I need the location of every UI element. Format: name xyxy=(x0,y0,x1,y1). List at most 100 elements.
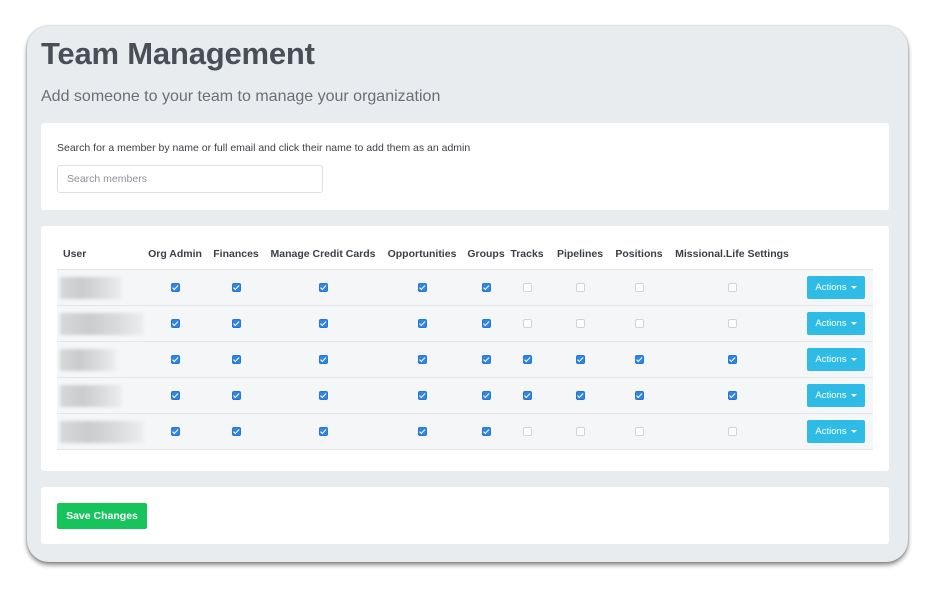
caret-down-icon xyxy=(850,393,857,397)
page-title: Team Management xyxy=(41,36,315,71)
permission-cell-org-admin xyxy=(145,269,205,306)
checkbox-missional-life-settings[interactable] xyxy=(727,282,737,292)
actions-dropdown-button[interactable]: Actions xyxy=(807,276,865,299)
checkbox-manage-credit-cards[interactable] xyxy=(318,354,328,364)
checkbox-org-admin[interactable] xyxy=(170,282,180,292)
checkbox-manage-credit-cards[interactable] xyxy=(318,282,328,292)
user-cell xyxy=(57,341,145,378)
permission-cell-groups xyxy=(465,305,507,342)
permission-cell-positions xyxy=(613,377,665,414)
checkbox-opportunities[interactable] xyxy=(417,354,427,364)
checkbox-opportunities[interactable] xyxy=(417,282,427,292)
checkbox-groups[interactable] xyxy=(481,390,491,400)
actions-dropdown-button[interactable]: Actions xyxy=(807,420,865,443)
checkbox-groups[interactable] xyxy=(481,318,491,328)
permission-cell-pipelines xyxy=(547,269,613,306)
permission-cell-groups xyxy=(465,377,507,414)
checkbox-finances[interactable] xyxy=(231,390,241,400)
checkbox-org-admin[interactable] xyxy=(170,390,180,400)
checkbox-tracks[interactable] xyxy=(522,318,532,328)
checkbox-finances[interactable] xyxy=(231,354,241,364)
user-cell xyxy=(57,413,145,450)
checkbox-positions[interactable] xyxy=(634,354,644,364)
permission-cell-opportunities xyxy=(379,305,465,342)
checkbox-tracks[interactable] xyxy=(522,426,532,436)
checkbox-finances[interactable] xyxy=(231,426,241,436)
permission-cell-org-admin xyxy=(145,377,205,414)
checkbox-org-admin[interactable] xyxy=(170,354,180,364)
permission-cell-manage-credit-cards xyxy=(267,341,379,378)
checkbox-pipelines[interactable] xyxy=(575,354,585,364)
checkbox-org-admin[interactable] xyxy=(170,426,180,436)
permission-cell-finances xyxy=(205,341,267,378)
table-row: Actions xyxy=(57,377,873,414)
checkbox-positions[interactable] xyxy=(634,426,644,436)
search-input[interactable] xyxy=(57,165,323,193)
actions-cell: Actions xyxy=(799,341,873,378)
permission-cell-opportunities xyxy=(379,341,465,378)
checkbox-pipelines[interactable] xyxy=(575,426,585,436)
checkbox-opportunities[interactable] xyxy=(417,426,427,436)
checkbox-manage-credit-cards[interactable] xyxy=(318,390,328,400)
permission-cell-org-admin xyxy=(145,305,205,342)
column-header-missional-life-settings: Missional.Life Settings xyxy=(675,248,789,260)
checkbox-positions[interactable] xyxy=(634,390,644,400)
checkbox-groups[interactable] xyxy=(481,354,491,364)
permission-cell-org-admin xyxy=(145,413,205,450)
checkbox-manage-credit-cards[interactable] xyxy=(318,426,328,436)
caret-down-icon xyxy=(850,357,857,361)
permission-cell-org-admin xyxy=(145,341,205,378)
caret-down-icon xyxy=(850,321,857,325)
checkbox-pipelines[interactable] xyxy=(575,282,585,292)
permission-cell-manage-credit-cards xyxy=(267,377,379,414)
checkbox-pipelines[interactable] xyxy=(575,390,585,400)
column-header-pipelines: Pipelines xyxy=(556,248,604,260)
checkbox-tracks[interactable] xyxy=(522,282,532,292)
permission-cell-positions xyxy=(613,269,665,306)
table-row: Actions xyxy=(57,269,873,306)
checkbox-groups[interactable] xyxy=(481,282,491,292)
checkbox-positions[interactable] xyxy=(634,282,644,292)
checkbox-missional-life-settings[interactable] xyxy=(727,426,737,436)
user-cell xyxy=(57,269,145,306)
checkbox-pipelines[interactable] xyxy=(575,318,585,328)
checkbox-opportunities[interactable] xyxy=(417,390,427,400)
checkbox-missional-life-settings[interactable] xyxy=(727,354,737,364)
checkbox-missional-life-settings[interactable] xyxy=(727,318,737,328)
actions-dropdown-button[interactable]: Actions xyxy=(807,348,865,371)
permission-cell-pipelines xyxy=(547,341,613,378)
checkbox-tracks[interactable] xyxy=(522,390,532,400)
permission-cell-positions xyxy=(613,413,665,450)
checkbox-opportunities[interactable] xyxy=(417,318,427,328)
actions-dropdown-button[interactable]: Actions xyxy=(807,384,865,407)
user-name-redacted xyxy=(60,420,144,443)
table-row: Actions xyxy=(57,305,873,342)
page-subtitle: Add someone to your team to manage your … xyxy=(41,88,441,105)
column-header-user: User xyxy=(63,248,87,260)
checkbox-tracks[interactable] xyxy=(522,354,532,364)
actions-cell: Actions xyxy=(799,269,873,306)
checkbox-groups[interactable] xyxy=(481,426,491,436)
checkbox-finances[interactable] xyxy=(231,318,241,328)
table-row: Actions xyxy=(57,413,873,450)
permission-cell-pipelines xyxy=(547,305,613,342)
app-window: Team Management Add someone to your team… xyxy=(27,26,908,562)
user-name-redacted xyxy=(60,276,122,299)
column-header-org-admin: Org Admin xyxy=(148,248,202,260)
user-cell xyxy=(57,305,145,342)
checkbox-manage-credit-cards[interactable] xyxy=(318,318,328,328)
permission-cell-groups xyxy=(465,269,507,306)
permission-cell-manage-credit-cards xyxy=(267,269,379,306)
checkbox-org-admin[interactable] xyxy=(170,318,180,328)
actions-button-label: Actions xyxy=(815,318,847,329)
checkbox-missional-life-settings[interactable] xyxy=(727,390,737,400)
column-header-positions: Positions xyxy=(615,248,663,260)
permission-cell-finances xyxy=(205,413,267,450)
save-changes-button[interactable]: Save Changes xyxy=(57,503,147,529)
checkbox-finances[interactable] xyxy=(231,282,241,292)
checkbox-positions[interactable] xyxy=(634,318,644,328)
actions-dropdown-button[interactable]: Actions xyxy=(807,312,865,335)
permission-cell-tracks xyxy=(507,413,547,450)
column-header-groups: Groups xyxy=(467,248,505,260)
caret-down-icon xyxy=(850,429,857,433)
